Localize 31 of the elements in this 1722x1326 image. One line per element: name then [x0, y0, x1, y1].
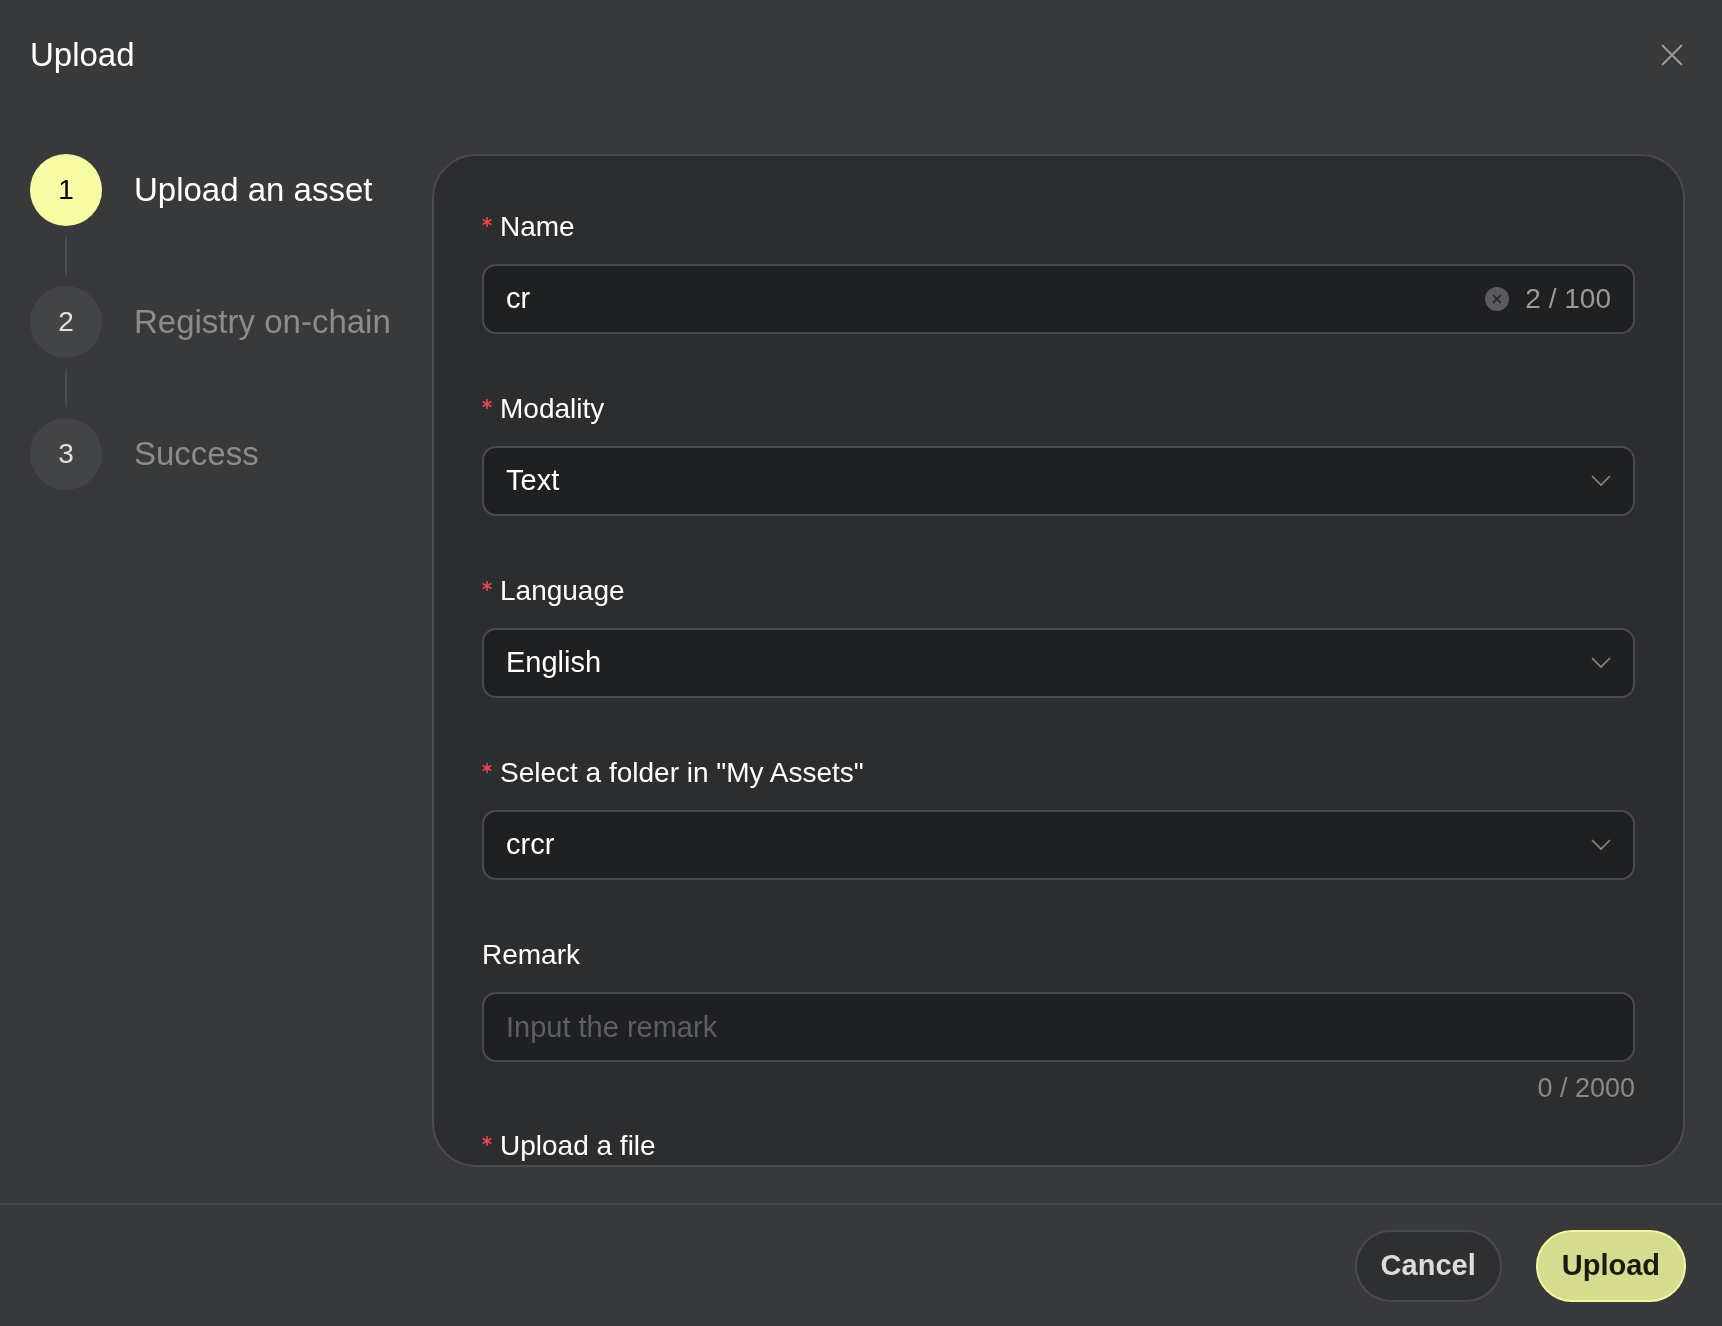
- input-value: cr: [506, 281, 532, 317]
- step-number: 2: [30, 286, 102, 358]
- step-number: 3: [30, 418, 102, 490]
- name-input-field[interactable]: cr 2 / 100: [482, 264, 1635, 334]
- select-value: Text: [506, 463, 561, 499]
- step-number: 1: [30, 154, 102, 226]
- chevron-down-icon: [1591, 839, 1611, 851]
- dialog-title: Upload: [30, 35, 135, 76]
- field-label: Language: [500, 574, 625, 608]
- upload-button[interactable]: Upload: [1535, 1229, 1686, 1302]
- character-counter: 2 / 100: [1525, 282, 1611, 316]
- cancel-button[interactable]: Cancel: [1354, 1229, 1502, 1302]
- chevron-down-icon: [1591, 475, 1611, 487]
- field-label: Modality: [500, 392, 605, 426]
- character-counter: 0 / 2000: [1537, 1072, 1635, 1105]
- field-label: Upload a file: [500, 1128, 656, 1163]
- select-dropdown[interactable]: Text: [482, 446, 1635, 516]
- field-label: Name: [500, 210, 575, 244]
- select-value: crcr: [506, 827, 556, 863]
- field-label: Remark: [482, 938, 580, 972]
- close-icon[interactable]: [1660, 43, 1684, 67]
- select-dropdown[interactable]: English: [482, 628, 1635, 698]
- step-label: Registry on-chain: [134, 302, 391, 343]
- select-dropdown[interactable]: crcr: [482, 810, 1635, 880]
- select-value: English: [506, 645, 603, 681]
- chevron-down-icon: [1591, 657, 1611, 669]
- step-label: Upload an asset: [134, 170, 373, 211]
- remark-input-field[interactable]: Input the remark: [482, 992, 1635, 1062]
- step-label: Success: [134, 434, 259, 475]
- field-label: Select a folder in "My Assets": [500, 756, 864, 790]
- clear-icon[interactable]: [1485, 287, 1510, 311]
